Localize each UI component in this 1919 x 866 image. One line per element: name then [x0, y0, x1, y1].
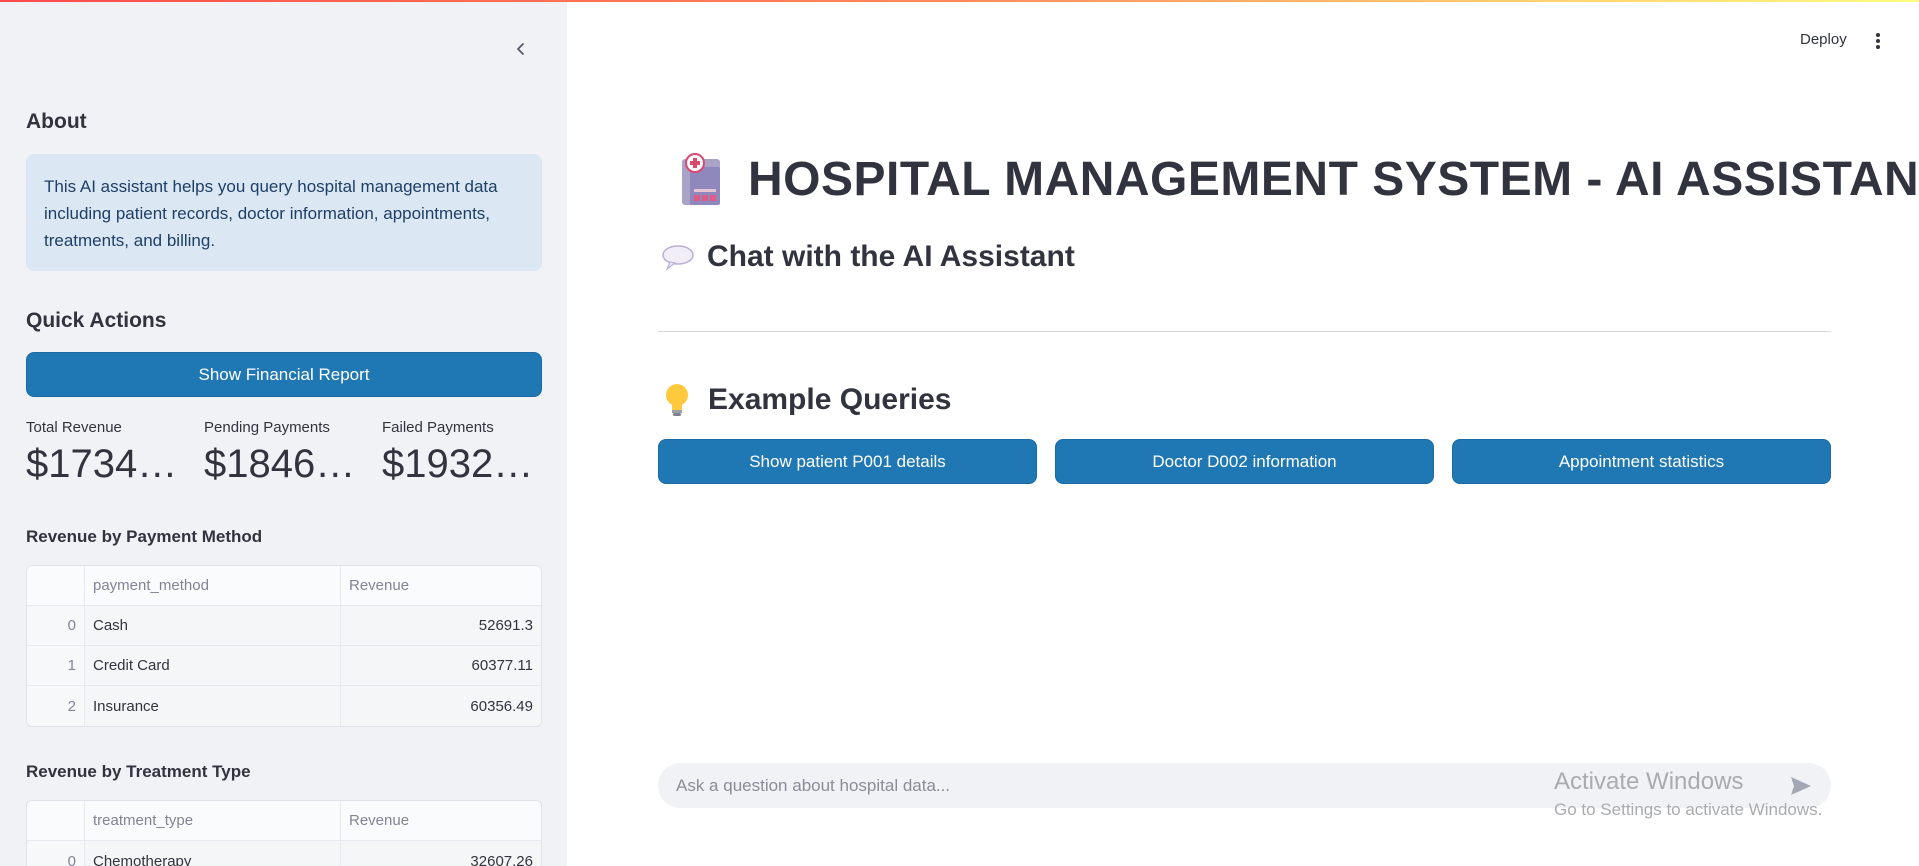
- divider: [658, 331, 1831, 332]
- chat-input[interactable]: [676, 775, 1789, 796]
- table-cell[interactable]: 32607.26: [341, 841, 541, 866]
- table-cell[interactable]: 60377.11: [341, 646, 541, 685]
- treatment-type-heading: Revenue by Treatment Type: [26, 762, 251, 781]
- deploy-button[interactable]: Deploy: [1800, 31, 1847, 48]
- table-cell[interactable]: Cash: [85, 606, 341, 645]
- table-cell[interactable]: Credit Card: [85, 646, 341, 685]
- example-query-doctor-button[interactable]: Doctor D002 information: [1055, 439, 1434, 484]
- examples-heading: Example Queries: [708, 383, 952, 416]
- chat-input-container: [658, 763, 1831, 808]
- treatment-type-table[interactable]: treatment_type Revenue 0 Chemotherapy 32…: [26, 800, 542, 866]
- example-query-appointments-button[interactable]: Appointment statistics: [1452, 439, 1831, 484]
- table-cell[interactable]: 60356.49: [341, 686, 541, 726]
- row-index: 1: [27, 646, 85, 685]
- metric-failed-payments: Failed Payments $193217.3: [382, 419, 552, 487]
- metric-pending-payments: Pending Payments $184614.2: [204, 419, 374, 487]
- metric-label: Total Revenue: [26, 419, 122, 436]
- index-header: [27, 801, 85, 840]
- main-menu-button[interactable]: [1868, 27, 1888, 55]
- chat-heading: Chat with the AI Assistant: [707, 240, 1075, 273]
- send-arrow-icon: [1791, 776, 1811, 795]
- column-header[interactable]: Revenue: [341, 801, 541, 840]
- sidebar: About This AI assistant helps you query …: [0, 0, 567, 866]
- send-button[interactable]: [1789, 774, 1813, 798]
- table-row: 0 Chemotherapy 32607.26: [27, 841, 541, 866]
- table-cell[interactable]: Insurance: [85, 686, 341, 726]
- table-row: 1 Credit Card 60377.11: [27, 646, 541, 686]
- hospital-icon: [678, 152, 728, 207]
- about-info-box: This AI assistant helps you query hospit…: [26, 154, 542, 271]
- metric-value: $184614.2: [204, 442, 374, 486]
- metric-value: $193217.3: [382, 442, 552, 486]
- payment-method-heading: Revenue by Payment Method: [26, 527, 263, 546]
- chevron-left-icon: [517, 43, 524, 55]
- column-header[interactable]: Revenue: [341, 566, 541, 605]
- page-title-row: HOSPITAL MANAGEMENT SYSTEM - AI ASSISTAN…: [678, 152, 1919, 207]
- quick-actions-heading: Quick Actions: [26, 309, 167, 332]
- collapse-sidebar-button[interactable]: [506, 34, 536, 64]
- row-index: 0: [27, 841, 85, 866]
- page-title: HOSPITAL MANAGEMENT SYSTEM - AI ASSISTAN…: [748, 153, 1919, 206]
- table-cell[interactable]: 52691.3: [341, 606, 541, 645]
- speech-bubble-icon: [661, 243, 697, 271]
- top-decoration-bar: [0, 0, 1919, 2]
- row-index: 2: [27, 686, 85, 726]
- examples-heading-row: Example Queries: [662, 382, 951, 418]
- row-index: 0: [27, 606, 85, 645]
- table-cell[interactable]: Chemotherapy: [85, 841, 341, 866]
- metric-label: Failed Payments: [382, 419, 494, 436]
- about-heading: About: [26, 110, 87, 133]
- table-row: 2 Insurance 60356.49: [27, 686, 541, 726]
- chat-heading-row: Chat with the AI Assistant: [661, 240, 1075, 274]
- payment-method-table[interactable]: payment_method Revenue 0 Cash 52691.3 1 …: [26, 565, 542, 727]
- kebab-menu-icon: [1876, 33, 1880, 49]
- column-header[interactable]: payment_method: [85, 566, 341, 605]
- metric-label: Pending Payments: [204, 419, 330, 436]
- table-row: 0 Cash 52691.3: [27, 606, 541, 646]
- show-financial-report-button[interactable]: Show Financial Report: [26, 352, 542, 397]
- metric-value: $173424.9: [26, 442, 196, 486]
- table-header-row: treatment_type Revenue: [27, 801, 541, 841]
- metric-total-revenue: Total Revenue $173424.9: [26, 419, 196, 487]
- column-header[interactable]: treatment_type: [85, 801, 341, 840]
- example-query-patient-button[interactable]: Show patient P001 details: [658, 439, 1037, 484]
- light-bulb-icon: [662, 382, 692, 418]
- index-header: [27, 566, 85, 605]
- table-header-row: payment_method Revenue: [27, 566, 541, 606]
